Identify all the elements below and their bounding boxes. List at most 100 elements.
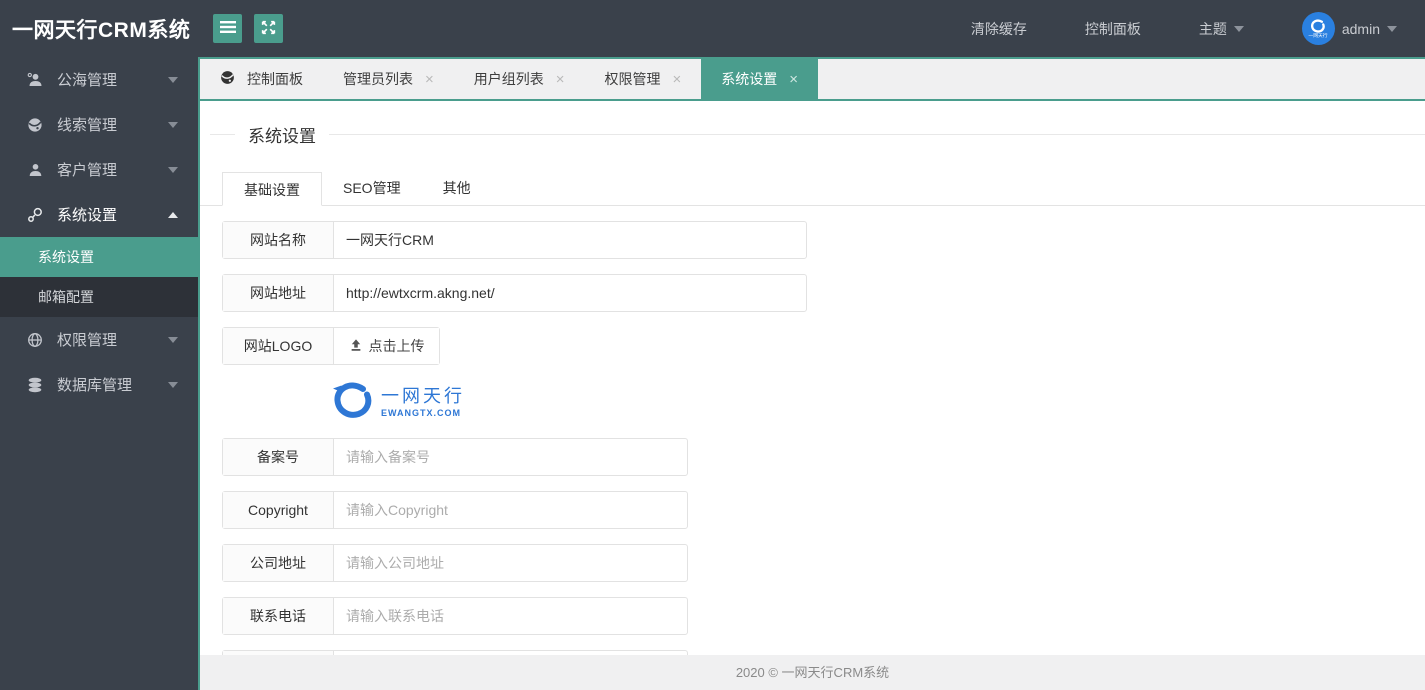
site-url-input[interactable]: [334, 275, 806, 311]
form-row-site-logo: 网站LOGO 点击上传: [222, 327, 440, 365]
dashboard-link[interactable]: 控制面板: [1085, 19, 1141, 39]
collapse-menu-button[interactable]: [213, 14, 242, 43]
close-icon[interactable]: ×: [425, 72, 434, 87]
chevron-down-icon: [168, 336, 178, 343]
logo-en-text: EWANGTX.COM: [381, 408, 461, 418]
form-row-phone: 联系电话: [222, 597, 688, 635]
close-icon[interactable]: ×: [556, 72, 565, 87]
logo-text-block: 一网天行 EWANGTX.COM: [381, 386, 465, 418]
chevron-down-icon: [168, 121, 178, 128]
sidebar-item-permissions[interactable]: 权限管理: [0, 317, 198, 362]
username-label: admin: [1341, 20, 1380, 37]
tab-user-group-list[interactable]: 用户组列表 ×: [454, 59, 585, 99]
form-row-copyright: Copyright: [222, 491, 688, 529]
sidebar: 公海管理 线索管理 客户管理 系统设置 系统设置 邮箱配置 权限管理 数据库管理: [0, 57, 198, 690]
tab-permissions[interactable]: 权限管理 ×: [585, 59, 702, 99]
close-icon[interactable]: ×: [789, 72, 798, 87]
top-header: 一网天行CRM系统 清除缓存 控制面板 主题 一网天行 admin: [0, 0, 1425, 57]
submenu-item-mailbox-config[interactable]: 邮箱配置: [0, 277, 198, 317]
header-toolbar: [213, 14, 283, 43]
sidebar-item-label: 权限管理: [57, 332, 118, 349]
logo-cn-text: 一网天行: [381, 386, 465, 406]
chevron-down-icon: [1233, 25, 1244, 32]
form-row-company-address: 公司地址: [222, 544, 688, 582]
close-icon[interactable]: ×: [673, 72, 682, 87]
form-row-site-url: 网站地址: [222, 274, 807, 312]
sidebar-item-label: 线索管理: [57, 117, 118, 134]
tab-system-settings[interactable]: 系统设置 ×: [701, 59, 819, 99]
tab-label: 权限管理: [604, 71, 661, 87]
tab-basic-settings[interactable]: 基础设置: [222, 172, 322, 206]
sidebar-item-label: 公海管理: [57, 72, 118, 89]
sidebar-item-label: 数据库管理: [57, 377, 133, 394]
tab-label: 用户组列表: [473, 71, 544, 87]
hamburger-icon: [219, 20, 236, 37]
page-content: 系统设置 基础设置 SEO管理 其他 网站名称 网站地址 网站LOGO: [200, 101, 1425, 655]
sidebar-item-label: 客户管理: [57, 162, 118, 179]
upload-button[interactable]: 点击上传: [334, 328, 439, 364]
page-title: 系统设置: [248, 127, 316, 146]
settings-tabs: 基础设置 SEO管理 其他: [200, 171, 1425, 206]
upload-button-label: 点击上传: [368, 338, 425, 354]
site-url-label: 网站地址: [223, 275, 334, 311]
header-nav: 清除缓存 控制面板 主题 一网天行 admin: [913, 12, 1425, 45]
fullscreen-icon: [261, 20, 276, 38]
tab-dashboard[interactable]: 控制面板: [200, 59, 323, 99]
footer: 2020 © 一网天行CRM系统: [200, 655, 1425, 690]
site-name-label: 网站名称: [223, 222, 334, 258]
page-title-block: 系统设置: [200, 101, 1425, 147]
site-logo-preview: 一网天行 EWANGTX.COM: [332, 380, 1425, 424]
tab-admin-list[interactable]: 管理员列表 ×: [323, 59, 454, 99]
theme-label: 主题: [1198, 20, 1227, 37]
divider: [210, 134, 235, 135]
copyright-label: Copyright: [223, 492, 334, 528]
sidebar-item-database[interactable]: 数据库管理: [0, 362, 198, 407]
fullscreen-button[interactable]: [254, 14, 283, 43]
avatar-mini-text: 一网天行: [1308, 33, 1328, 38]
sidebar-item-public-sea[interactable]: 公海管理: [0, 57, 198, 102]
tab-other[interactable]: 其他: [422, 171, 492, 205]
copyright-input[interactable]: [334, 492, 687, 528]
site-logo-label: 网站LOGO: [223, 328, 334, 364]
sidebar-item-customers[interactable]: 客户管理: [0, 147, 198, 192]
tab-seo[interactable]: SEO管理: [322, 171, 422, 205]
system-settings-submenu: 系统设置 邮箱配置: [0, 237, 198, 317]
submenu-item-system-settings[interactable]: 系统设置: [0, 237, 198, 277]
footer-text: 2020 © 一网天行CRM系统: [735, 665, 890, 680]
site-name-input[interactable]: [334, 222, 806, 258]
sidebar-item-system-settings[interactable]: 系统设置: [0, 192, 198, 237]
user-badge-icon: [26, 72, 44, 88]
form-row-site-name: 网站名称: [222, 221, 807, 259]
icp-input[interactable]: [334, 439, 687, 475]
company-address-label: 公司地址: [223, 545, 334, 581]
clear-cache-link[interactable]: 清除缓存: [971, 19, 1027, 39]
user-icon: [26, 162, 44, 178]
logo-swoosh-icon: [332, 381, 372, 424]
database-icon: [26, 377, 44, 393]
theme-dropdown[interactable]: 主题: [1199, 19, 1244, 39]
basic-settings-form: 网站名称 网站地址 网站LOGO 点击上传: [200, 206, 1425, 655]
icp-label: 备案号: [223, 439, 334, 475]
avatar: 一网天行: [1301, 12, 1335, 45]
phone-input[interactable]: [334, 598, 687, 634]
chevron-up-icon: [168, 211, 178, 218]
company-address-input[interactable]: [334, 545, 687, 581]
main-panel: 控制面板 管理员列表 × 用户组列表 × 权限管理 × 系统设置 × 系统设置 …: [198, 57, 1425, 690]
form-row-icp: 备案号: [222, 438, 688, 476]
sidebar-item-leads[interactable]: 线索管理: [0, 102, 198, 147]
chevron-down-icon: [168, 381, 178, 388]
globe-icon: [220, 70, 235, 88]
globe-grid-icon: [26, 332, 44, 348]
nodes-icon: [26, 207, 44, 223]
tab-label: 控制面板: [247, 71, 303, 87]
app-title: 一网天行CRM系统: [12, 18, 191, 42]
user-menu[interactable]: 一网天行 admin: [1301, 12, 1397, 45]
open-tabs-bar: 控制面板 管理员列表 × 用户组列表 × 权限管理 × 系统设置 ×: [200, 57, 1425, 101]
tab-label: 管理员列表: [343, 71, 413, 87]
phone-label: 联系电话: [223, 598, 334, 634]
sidebar-item-label: 系统设置: [57, 207, 118, 224]
divider: [329, 134, 1425, 135]
upload-icon: [349, 338, 363, 355]
chevron-down-icon: [168, 166, 178, 173]
tab-label: 系统设置: [721, 71, 778, 87]
